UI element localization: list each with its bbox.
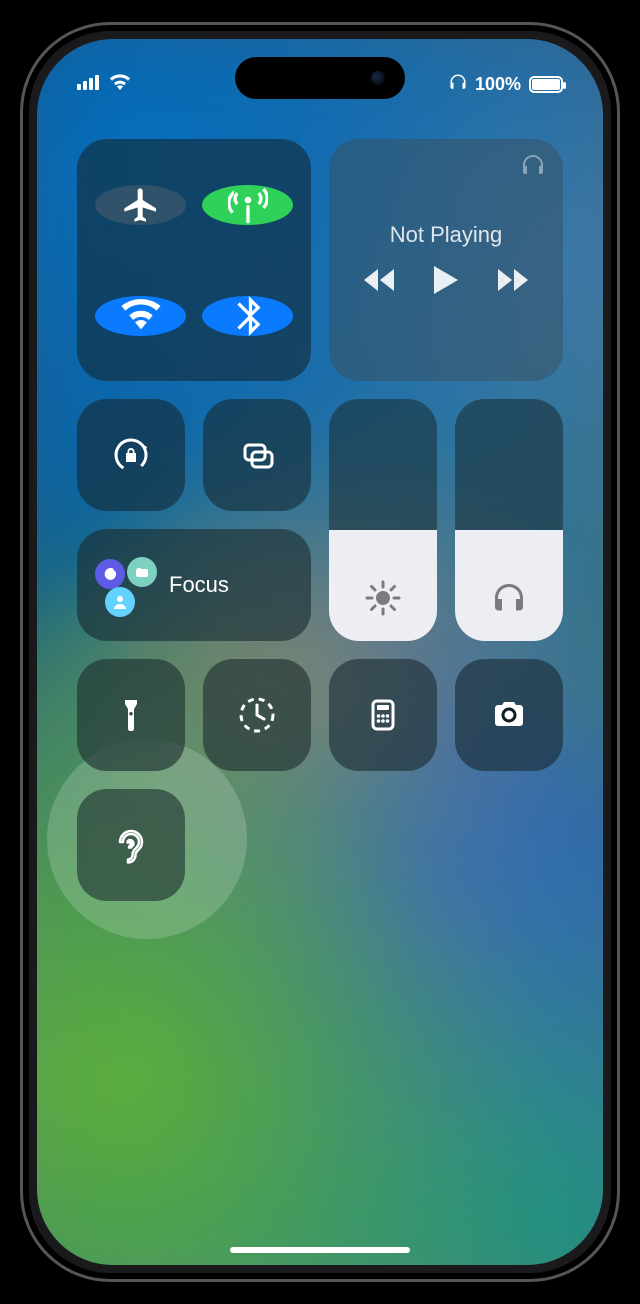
wifi-status-icon <box>109 74 131 95</box>
camera-button[interactable] <box>455 659 563 771</box>
rewind-button[interactable] <box>364 269 394 296</box>
screen-mirroring-button[interactable] <box>203 399 311 511</box>
focus-label: Focus <box>169 572 229 598</box>
brightness-icon <box>365 580 401 621</box>
sleep-icon <box>127 557 157 587</box>
do-not-disturb-icon <box>95 559 125 589</box>
volume-slider[interactable] <box>455 399 563 641</box>
iphone-frame: 100% <box>20 22 620 1282</box>
orientation-lock-toggle[interactable] <box>77 399 185 511</box>
flashlight-button[interactable] <box>77 659 185 771</box>
cellular-data-toggle[interactable] <box>202 185 293 225</box>
connectivity-group[interactable] <box>77 139 311 381</box>
media-controls[interactable]: Not Playing <box>329 139 563 381</box>
hearing-button[interactable] <box>77 789 185 901</box>
airplane-mode-toggle[interactable] <box>95 185 186 225</box>
battery-icon <box>529 76 563 93</box>
audio-output-icon <box>521 153 545 182</box>
screen: 100% <box>37 39 603 1265</box>
media-title: Not Playing <box>390 222 503 248</box>
headphones-status-icon <box>449 73 467 96</box>
home-indicator[interactable] <box>230 1247 410 1253</box>
focus-button[interactable]: Focus <box>77 529 311 641</box>
side-switch <box>20 245 23 285</box>
battery-percent: 100% <box>475 74 521 95</box>
wifi-toggle[interactable] <box>95 296 186 336</box>
focus-modes-icon <box>95 555 155 615</box>
forward-button[interactable] <box>498 269 528 296</box>
brightness-slider[interactable] <box>329 399 437 641</box>
volume-headphones-icon <box>491 580 527 621</box>
volume-down-button <box>20 425 23 505</box>
timer-button[interactable] <box>203 659 311 771</box>
volume-up-button <box>20 325 23 405</box>
bluetooth-toggle[interactable] <box>202 296 293 336</box>
dynamic-island <box>235 57 405 99</box>
cellular-signal-icon <box>77 74 101 95</box>
play-button[interactable] <box>434 266 458 299</box>
personal-icon <box>105 587 135 617</box>
calculator-button[interactable] <box>329 659 437 771</box>
power-button <box>617 355 620 485</box>
control-center: Not Playing <box>77 139 563 901</box>
